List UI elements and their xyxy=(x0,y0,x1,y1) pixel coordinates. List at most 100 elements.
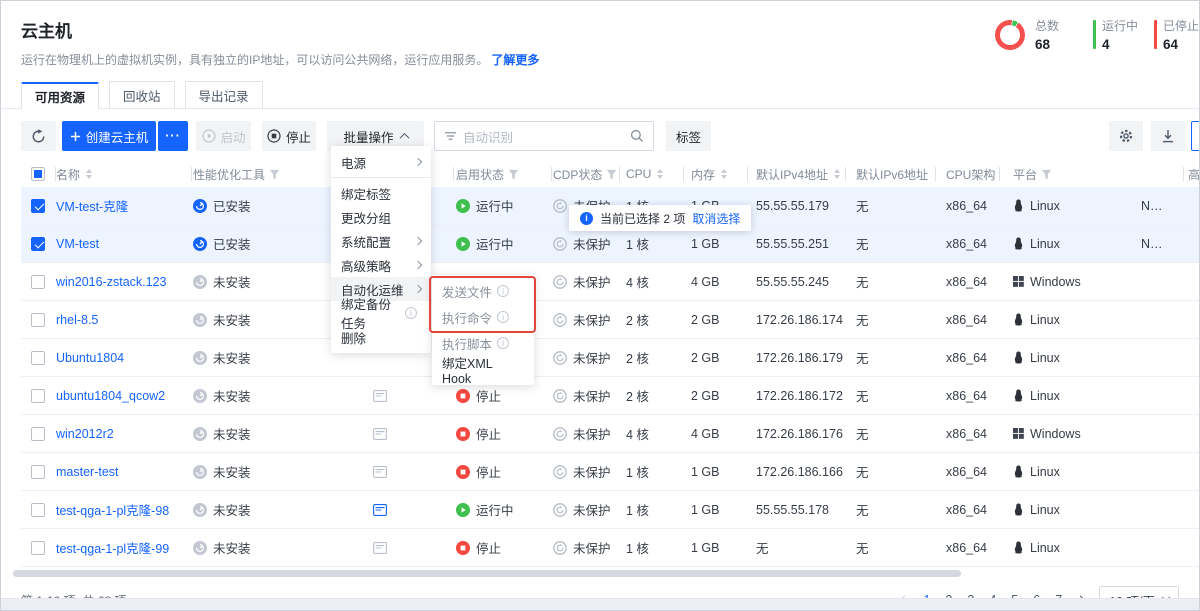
select-all-checkbox[interactable] xyxy=(31,167,45,181)
learn-more-link[interactable]: 了解更多 xyxy=(491,53,539,67)
row-checkbox[interactable] xyxy=(31,541,45,555)
row-checkbox[interactable] xyxy=(31,237,45,251)
ipv4-value: 55.55.55.178 xyxy=(747,503,845,517)
table-row[interactable]: master-test 未安装 停止 未保护 1 核 1 GB 172.26.1… xyxy=(21,453,1200,491)
scrollbar-thumb[interactable] xyxy=(13,570,961,577)
donut-chart xyxy=(995,20,1025,50)
vm-name-link[interactable]: test-qga-1-pl克隆-99 xyxy=(56,538,169,557)
tab-bar: 可用资源 回收站 导出记录 xyxy=(1,81,1199,109)
vm-name-link[interactable]: win2016-zstack.123 xyxy=(56,275,166,289)
stop-button[interactable]: 停止 xyxy=(262,121,316,151)
menu-item[interactable]: 系统配置 xyxy=(331,229,431,253)
ipv4-value: 55.55.55.179 xyxy=(747,199,845,213)
table-row[interactable]: test-qga-1-pl克隆-98 未安装 运行中 未保护 1 核 1 GB … xyxy=(21,491,1200,529)
row-checkbox[interactable] xyxy=(31,275,45,289)
vm-name-link[interactable]: Ubuntu1804 xyxy=(56,351,124,365)
ipv4-value: 172.26.186.172 xyxy=(747,389,845,403)
sort-icon[interactable] xyxy=(657,169,663,179)
filter-icon[interactable] xyxy=(606,169,617,180)
table-row[interactable]: Ubuntu1804 未安装 停止 未保护 2 核 2 GB 172.26.18… xyxy=(21,339,1200,377)
submenu-item-label: 执行脚本 xyxy=(442,334,492,353)
row-checkbox[interactable] xyxy=(31,313,45,327)
ipv4-value: 无 xyxy=(747,538,845,557)
stat-color-bar xyxy=(1154,20,1157,49)
vm-name-link[interactable]: win2012r2 xyxy=(56,427,114,441)
vm-name-link[interactable]: rhel-8.5 xyxy=(56,313,98,327)
row-checkbox[interactable] xyxy=(31,427,45,441)
row-checkbox[interactable] xyxy=(31,199,45,213)
table-row[interactable]: ubuntu1804_qcow2 未安装 停止 未保护 2 核 2 GB 172… xyxy=(21,377,1200,415)
menu-item[interactable]: 绑定备份任务i xyxy=(331,301,431,325)
ipv4-value: 55.55.55.245 xyxy=(747,275,845,289)
search-icon[interactable] xyxy=(630,129,644,143)
cpu-value: 4 核 xyxy=(619,424,683,443)
menu-item[interactable]: 更改分组 xyxy=(331,205,431,229)
submenu-item-label: 执行命令 xyxy=(442,308,492,327)
console-icon[interactable] xyxy=(373,428,387,440)
platform-value: Linux xyxy=(1030,465,1060,479)
refresh-button[interactable] xyxy=(21,121,56,151)
row-checkbox[interactable] xyxy=(31,389,45,403)
gear-icon xyxy=(1118,128,1134,144)
vm-name-link[interactable]: VM-test-克隆 xyxy=(56,196,128,215)
submenu-item[interactable]: 执行命令i xyxy=(432,304,534,330)
chevron-right-icon xyxy=(414,261,422,269)
menu-item-label: 删除 xyxy=(341,328,366,347)
filter-icon[interactable] xyxy=(269,169,280,180)
menu-item[interactable]: 高级策略 xyxy=(331,253,431,277)
ipv4-value: 172.26.186.176 xyxy=(747,427,845,441)
cpu-value: 2 核 xyxy=(619,310,683,329)
row-checkbox[interactable] xyxy=(31,351,45,365)
sort-icon[interactable] xyxy=(721,169,727,179)
menu-item[interactable]: 绑定标签 xyxy=(331,181,431,205)
vm-name-link[interactable]: ubuntu1804_qcow2 xyxy=(56,389,165,403)
filter-icon[interactable] xyxy=(508,169,519,180)
submenu-item[interactable]: 绑定XML Hook xyxy=(432,356,534,382)
filter-icon[interactable] xyxy=(1041,169,1052,180)
perf-tool-status: 未安装 xyxy=(213,538,251,557)
cpu-arch-value: x86_64 xyxy=(935,313,999,327)
table-row[interactable]: win2012r2 未安装 停止 未保护 4 核 4 GB 172.26.186… xyxy=(21,415,1200,453)
submenu-item[interactable]: 发送文件i xyxy=(432,278,534,304)
tag-button[interactable]: 标签 xyxy=(666,121,711,151)
memory-value: 2 GB xyxy=(683,351,747,365)
ipv4-value: 55.55.55.251 xyxy=(747,237,845,251)
more-actions-button[interactable]: ··· xyxy=(158,121,188,151)
memory-value: 2 GB xyxy=(683,313,747,327)
table-row[interactable]: win2016-zstack.123 未安装 运行中 未保护 4 核 4 GB … xyxy=(21,263,1200,301)
search-input[interactable]: 自动识别 xyxy=(434,121,654,151)
vm-state-icon xyxy=(456,465,470,479)
console-icon[interactable] xyxy=(373,504,387,516)
console-icon[interactable] xyxy=(373,466,387,478)
menu-item[interactable]: 电源 xyxy=(331,150,431,174)
table-settings-button[interactable] xyxy=(1109,121,1143,151)
perf-tool-status: 已安装 xyxy=(213,234,251,253)
menu-item-label: 系统配置 xyxy=(341,232,391,251)
sort-icon[interactable] xyxy=(86,169,92,179)
tab-recycle-bin[interactable]: 回收站 xyxy=(109,81,175,108)
vm-name-link[interactable]: VM-test xyxy=(56,237,99,251)
cpu-value: 1 核 xyxy=(619,462,683,481)
vm-name-link[interactable]: master-test xyxy=(56,465,119,479)
sort-icon[interactable] xyxy=(834,169,840,179)
ipv6-value: 无 xyxy=(845,386,935,405)
deselect-link[interactable]: 取消选择 xyxy=(692,210,740,227)
tab-available-resources[interactable]: 可用资源 xyxy=(21,82,99,109)
partial-button[interactable] xyxy=(1191,121,1200,151)
vm-state-icon xyxy=(456,237,470,251)
create-vm-button[interactable]: 创建云主机 xyxy=(62,121,156,151)
row-checkbox[interactable] xyxy=(31,503,45,517)
row-checkbox[interactable] xyxy=(31,465,45,479)
console-icon[interactable] xyxy=(373,390,387,402)
export-button[interactable] xyxy=(1151,121,1185,151)
column-label: CPU xyxy=(626,167,651,181)
stat-total-label: 总数 xyxy=(1035,17,1077,34)
table-row[interactable]: test-qga-1-pl克隆-99 未安装 停止 未保护 1 核 1 GB 无… xyxy=(21,529,1200,567)
vm-name-link[interactable]: test-qga-1-pl克隆-98 xyxy=(56,500,169,519)
tab-export-records[interactable]: 导出记录 xyxy=(185,81,263,108)
linux-icon xyxy=(1013,503,1024,516)
stop-label: 停止 xyxy=(286,127,311,146)
console-icon[interactable] xyxy=(373,542,387,554)
stat-total: 总数 68 xyxy=(1035,17,1077,52)
table-row[interactable]: rhel-8.5 未安装 停止 未保护 2 核 2 GB 172.26.186.… xyxy=(21,301,1200,339)
